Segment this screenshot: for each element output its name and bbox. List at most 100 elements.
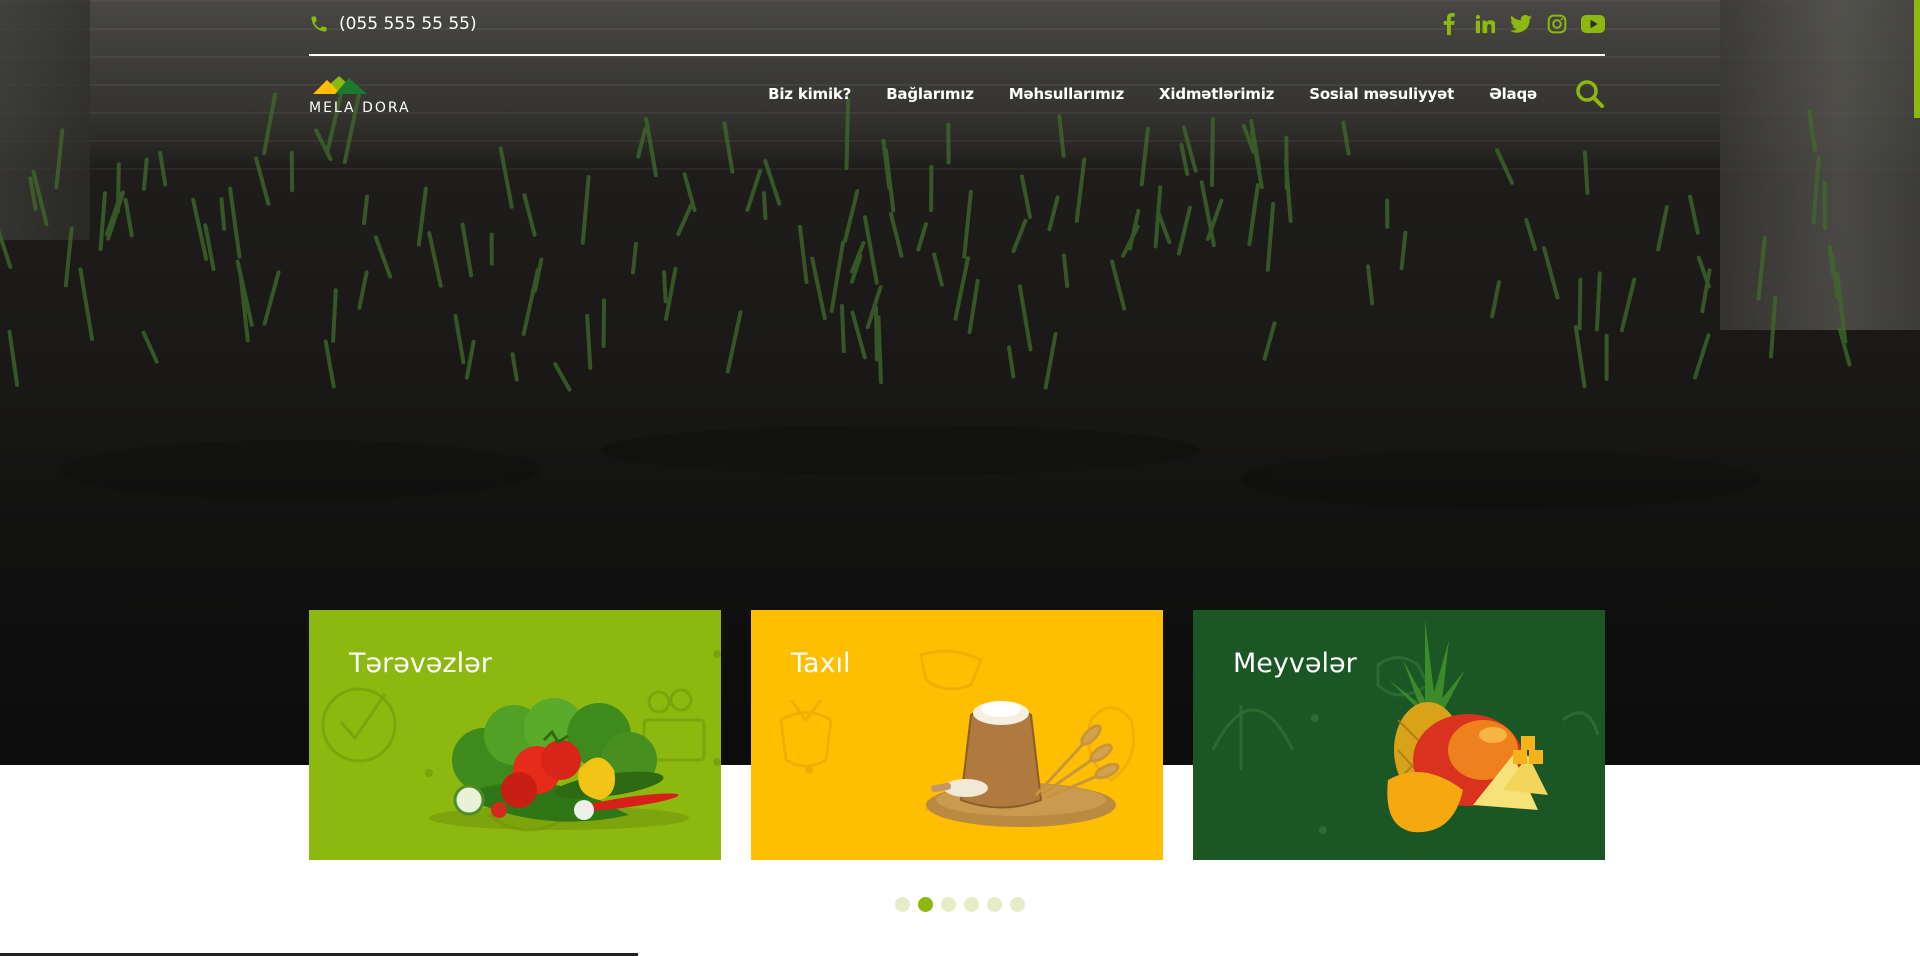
sprout-blade (427, 231, 443, 288)
sprout-blade (1399, 230, 1408, 271)
sprout-blade (1490, 280, 1501, 319)
sprout-blade (1156, 211, 1172, 245)
carousel-dot-6[interactable] (1010, 897, 1025, 912)
sprout-blade (1577, 277, 1583, 331)
sprout-blade (357, 270, 369, 310)
sprout-blade (1582, 150, 1590, 195)
sprout-blade (1120, 224, 1140, 258)
carousel-dot-5[interactable] (987, 897, 1002, 912)
nav-item-social-responsibility[interactable]: Sosial məsuliyyət (1309, 85, 1454, 103)
sprout-blade (416, 186, 428, 247)
sprout-blade (722, 121, 735, 174)
sprout-blade (1249, 129, 1264, 189)
sprout-blade (1074, 157, 1087, 223)
carousel-dot-1[interactable] (895, 897, 910, 912)
sprout-blade (1366, 264, 1375, 306)
sprout-blade (585, 313, 593, 370)
sprout-blade (1807, 109, 1817, 153)
sprout-blade (843, 189, 860, 243)
carousel-dot-2[interactable] (918, 897, 933, 912)
sprout-blade (630, 241, 638, 275)
sprout-blade (141, 330, 159, 364)
carousel-dot-3[interactable] (941, 897, 956, 912)
sprout-blade (873, 305, 879, 362)
sprout-blade (1495, 148, 1515, 185)
sprout-blade (829, 240, 845, 313)
nav-item-gardens[interactable]: Bağlarımız (886, 85, 974, 103)
sprout-blade (498, 146, 514, 209)
brand-logo[interactable]: MELA DORA (309, 72, 411, 116)
category-card-fruits[interactable]: Meyvələr (1193, 610, 1605, 860)
linkedin-icon[interactable] (1473, 12, 1497, 36)
sprout-blade (262, 270, 281, 326)
scroll-progress-bar (1914, 0, 1920, 118)
sprout-blade (761, 191, 768, 221)
social-links (1437, 12, 1605, 36)
sprout-blade (850, 310, 867, 360)
sprout-blade (876, 315, 883, 385)
sprout-blade (0, 229, 13, 269)
sprout-blade (1265, 201, 1276, 272)
sprout-blade (932, 252, 944, 287)
nav-item-contact[interactable]: Əlaqə (1489, 85, 1537, 103)
sprout-blade (676, 203, 694, 237)
carousel-dot-4[interactable] (964, 897, 979, 912)
sprout-blade (1594, 271, 1602, 332)
phone-number: (055 555 55 55) (339, 14, 477, 34)
sprout-blade (1619, 277, 1637, 333)
sprout-blade (7, 329, 20, 387)
twitter-icon[interactable] (1509, 12, 1533, 36)
sprout-blade (810, 256, 827, 321)
nav-item-services[interactable]: Xidmətlərimiz (1159, 85, 1274, 103)
instagram-icon[interactable] (1545, 12, 1569, 36)
sprout-blade (141, 157, 149, 191)
sprout-blade (464, 339, 476, 380)
sprout-blade (1061, 253, 1070, 289)
sprout-blade (1011, 218, 1028, 254)
sprout-blade (54, 128, 65, 190)
sprout-blade (1262, 321, 1277, 361)
youtube-icon[interactable] (1581, 12, 1605, 36)
nav-item-products[interactable]: Məhsullarımız (1009, 85, 1124, 103)
sprout-blade (888, 211, 904, 258)
sprout-blade (331, 288, 338, 344)
sprout-blade (1110, 259, 1127, 311)
top-bar: (055 555 55 55) (309, 0, 1605, 56)
sprout-blade (262, 92, 278, 156)
sprout-blade (953, 256, 970, 321)
sprout-blade (916, 222, 928, 252)
nav-menu: Biz kimik? Bağlarımız Məhsullarımız Xidm… (733, 79, 1605, 109)
sprout-blade (1019, 174, 1032, 219)
sprout-blade (1756, 236, 1767, 301)
sprout-blade (664, 266, 678, 321)
nav-item-about[interactable]: Biz kimik? (768, 85, 851, 103)
sprout-blade (98, 191, 107, 251)
sprout-blade (1047, 195, 1060, 232)
sprout-blade (1693, 333, 1711, 380)
phone-contact[interactable]: (055 555 55 55) (309, 14, 477, 34)
search-icon[interactable] (1575, 79, 1605, 109)
category-card-grain[interactable]: Taxıl (751, 610, 1163, 860)
category-cards: Tərəvəzlər Taxıl Meyvələr (309, 610, 1605, 860)
category-card-vegetables[interactable]: Tərəvəzlər (309, 610, 721, 860)
sprout-blade (1176, 205, 1192, 256)
sprout-blade (580, 174, 591, 245)
sprout-blade (1769, 295, 1778, 359)
facebook-icon[interactable] (1437, 12, 1461, 36)
logo-mark-icon (313, 76, 367, 94)
sprout-blade (662, 270, 668, 304)
sprout-blade (1688, 194, 1700, 235)
sprout-blade (1811, 156, 1821, 225)
sprout-blade (1573, 325, 1587, 389)
sprout-blade (510, 352, 519, 382)
sprout-blade (123, 197, 134, 238)
sprout-blade (373, 235, 393, 279)
sprout-blade (1656, 205, 1669, 252)
sprout-blade (1247, 183, 1260, 246)
sprout-blade (228, 186, 242, 259)
sprout-blade (763, 159, 782, 206)
sprout-blade (1283, 158, 1293, 224)
sprout-blade (636, 126, 648, 159)
category-title-fruits: Meyvələr (1233, 648, 1357, 679)
category-title-grain: Taxıl (791, 648, 851, 679)
